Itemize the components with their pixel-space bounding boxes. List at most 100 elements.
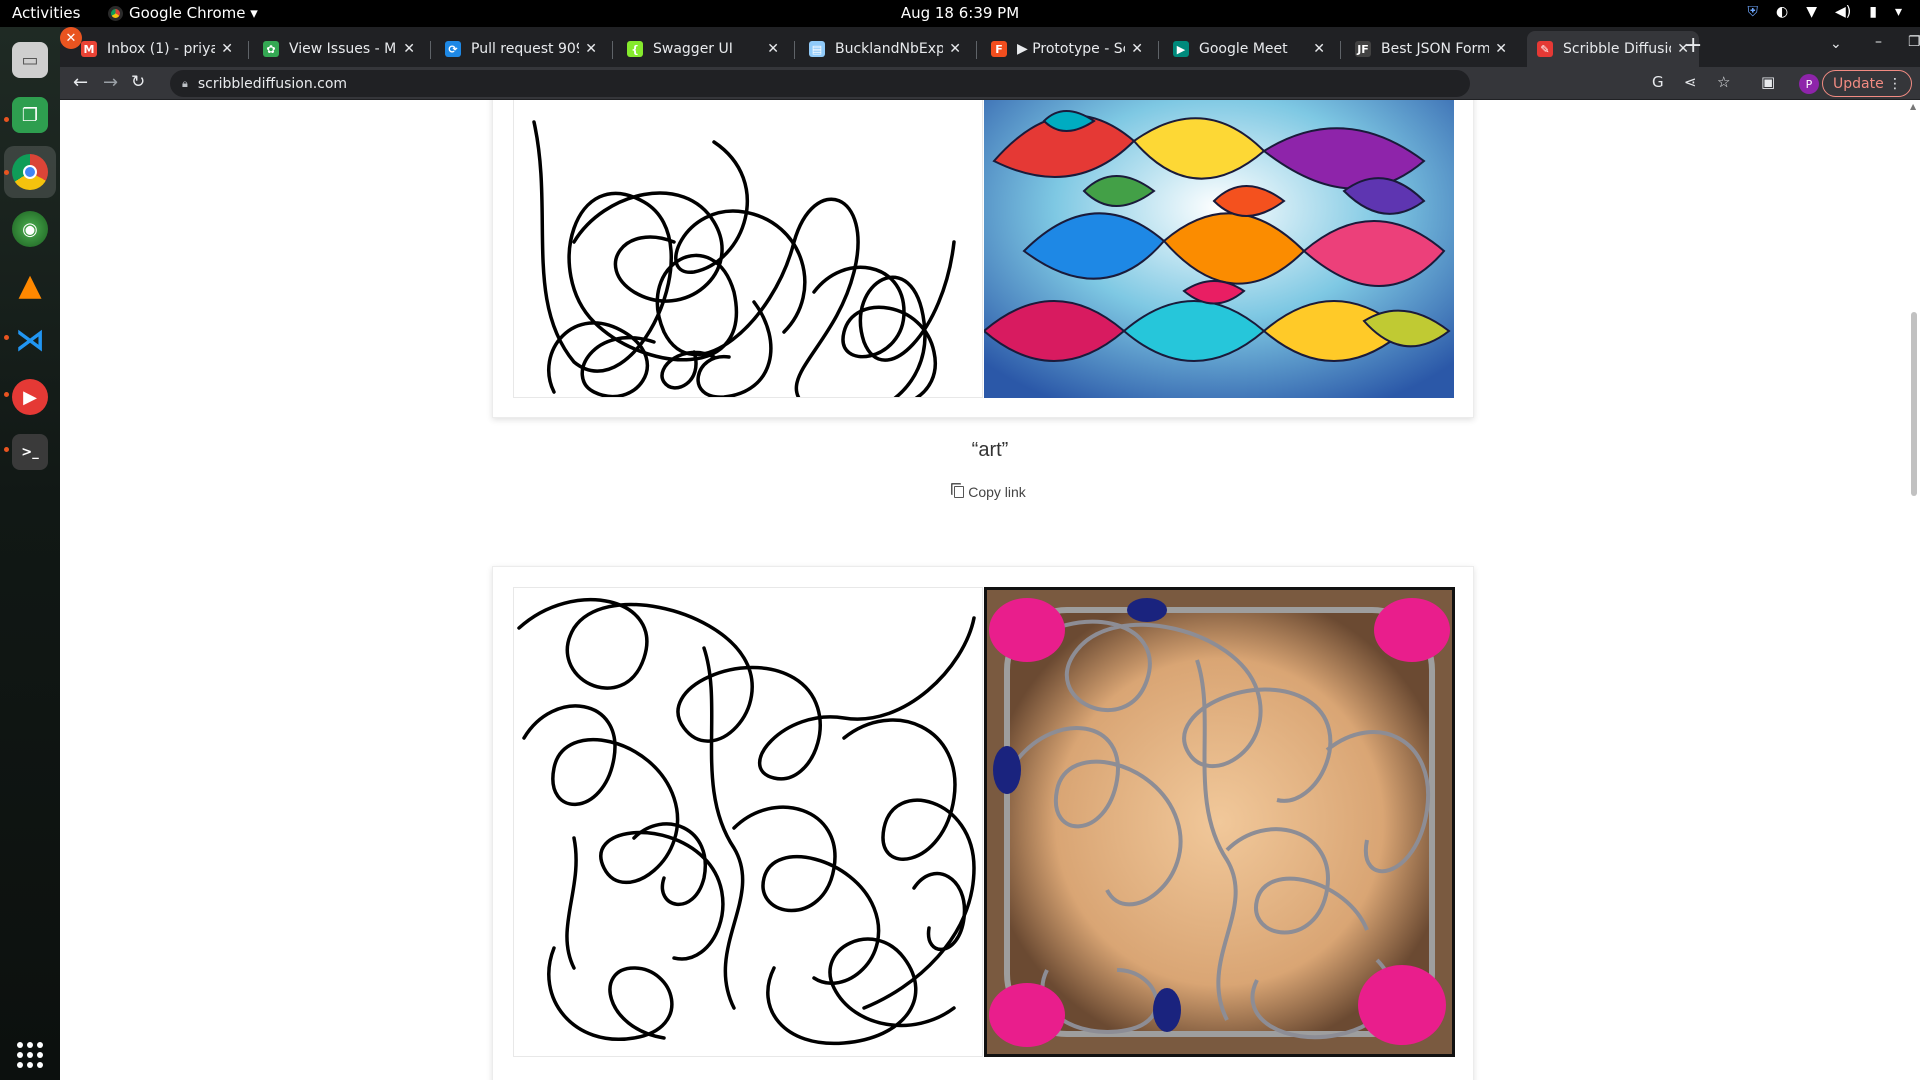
clock[interactable]: Aug 18 6:39 PM — [901, 4, 1019, 22]
tab-1[interactable]: ✿ View Issues - Ma ✕ — [253, 31, 425, 67]
tab-6[interactable]: ▶ Google Meet ✕ — [1163, 31, 1335, 67]
bookmark-star-icon[interactable]: ☆ — [1717, 73, 1730, 91]
running-indicator — [4, 170, 9, 175]
system-top-bar: Activities Google Chrome ▾ Aug 18 6:39 P… — [0, 0, 1920, 27]
youtube-music-icon[interactable]: ▶ — [12, 379, 48, 415]
close-icon[interactable]: ✕ — [403, 41, 415, 57]
tab-strip: MInbox (1) - priya.a✕✿View Issues - Ma✕⟳… — [60, 27, 1920, 67]
tab-separator — [248, 41, 249, 59]
url-text[interactable]: scribblediffusion.com — [198, 76, 347, 92]
scribble-drawing — [513, 100, 983, 398]
new-tab-icon[interactable]: + — [1684, 33, 1702, 58]
chat-icon[interactable]: ❐ — [12, 97, 48, 133]
scribble-card — [492, 566, 1474, 1080]
generated-image-abstract-art — [984, 100, 1454, 398]
tab-title: Scribble Diffusio — [1563, 41, 1672, 57]
scribble-drawing — [513, 587, 983, 1057]
app-menu[interactable]: Google Chrome ▾ — [108, 4, 258, 22]
reload-icon[interactable]: ↻ — [131, 72, 145, 92]
shield-icon[interactable]: ⛨ — [1748, 4, 1759, 20]
page-content: “art” Copy link — [60, 100, 1920, 1080]
tab-7[interactable]: JF Best JSON Form ✕ — [1345, 31, 1517, 67]
scrollbar-thumb[interactable] — [1911, 312, 1917, 496]
tab-title: Swagger UI — [653, 41, 733, 57]
tab-title: ▶ Prototype - Sc — [1017, 41, 1126, 57]
wifi-icon[interactable]: ▼ — [1806, 4, 1817, 20]
tab-title: BucklandNbExp — [835, 41, 944, 57]
tab-separator — [1340, 41, 1341, 59]
tab-separator — [1158, 41, 1159, 59]
running-indicator — [4, 392, 9, 397]
tab-search-icon[interactable]: ⌄ — [1830, 36, 1842, 52]
copy-link-button[interactable]: Copy link — [60, 484, 1920, 500]
scribble-drawing-svg — [517, 597, 976, 1046]
tab-separator — [794, 41, 795, 59]
power-menu-icon[interactable]: ▾ — [1895, 4, 1902, 20]
chrome-icon — [108, 5, 123, 21]
running-indicator — [4, 335, 9, 340]
app-menu-label: Google Chrome ▾ — [129, 4, 258, 22]
tab-2[interactable]: ⟳ Pull request 909 ✕ — [435, 31, 607, 67]
profile-avatar[interactable]: P — [1799, 74, 1819, 94]
scroll-up-icon[interactable]: ▲ — [1910, 102, 1916, 111]
side-panel-icon[interactable]: ▣ — [1761, 73, 1775, 91]
scribble-icon: ✎ — [1537, 41, 1553, 57]
tab-separator — [976, 41, 977, 59]
activities-button[interactable]: Activities — [12, 4, 80, 22]
minimize-icon[interactable]: – — [1875, 34, 1882, 50]
close-icon[interactable]: ✕ — [585, 41, 597, 57]
close-icon[interactable]: ✕ — [1131, 41, 1143, 57]
close-icon[interactable]: ✕ — [1495, 41, 1507, 57]
tab-separator — [612, 41, 613, 59]
battery-icon[interactable]: ▮ — [1869, 4, 1877, 20]
gmail-icon: M — [81, 41, 97, 57]
meet-icon: ▶ — [1173, 41, 1189, 57]
files-icon[interactable]: ▭ — [12, 42, 48, 78]
close-icon[interactable]: ✕ — [221, 41, 233, 57]
tab-title: Inbox (1) - priya.a — [107, 41, 216, 57]
color-icon[interactable]: ◐ — [1776, 4, 1788, 20]
app-grid-icon[interactable] — [17, 1042, 43, 1068]
camera-icon[interactable]: ◉ — [12, 211, 48, 247]
system-tray[interactable]: ⛨ ◐ ▼ ◀) ▮ ▾ — [1748, 4, 1902, 20]
more-menu-icon[interactable]: ⋮ — [1888, 76, 1902, 92]
tab-separator — [430, 41, 431, 59]
tab-title: Best JSON Form — [1381, 41, 1490, 57]
figma-icon: F — [991, 41, 1007, 57]
address-bar[interactable]: 🔒︎ scribblediffusion.com — [170, 70, 1470, 97]
forward-icon[interactable]: → — [103, 72, 118, 93]
page-scrollbar[interactable]: ▲ — [1908, 100, 1920, 1080]
terminal-icon[interactable]: >_ — [12, 434, 48, 470]
volume-icon[interactable]: ◀) — [1835, 4, 1851, 20]
back-icon[interactable]: ← — [73, 72, 88, 93]
tab-0[interactable]: M Inbox (1) - priya.a ✕ — [71, 31, 243, 67]
tab-title: Pull request 909 — [471, 41, 580, 57]
dock: ▭ ❐ ◉ ▲ ⋊ ▶ >_ — [0, 27, 60, 1080]
restore-icon[interactable]: ❐ — [1908, 34, 1920, 50]
tab-4[interactable]: ▤ BucklandNbExp ✕ — [799, 31, 971, 67]
running-indicator — [4, 447, 9, 452]
scribble-drawing-svg — [532, 120, 956, 397]
update-button[interactable]: Update ⋮ — [1822, 70, 1912, 97]
chrome-icon[interactable] — [12, 154, 48, 190]
vlc-icon[interactable]: ▲ — [12, 267, 48, 303]
lock-icon[interactable]: 🔒︎ — [182, 77, 188, 91]
bug-icon: ✿ — [263, 41, 279, 57]
copy-icon — [954, 486, 965, 498]
share-icon[interactable]: ⋖ — [1684, 73, 1697, 91]
tab-8[interactable]: ✎ Scribble Diffusio ✕ — [1527, 31, 1699, 67]
google-lens-icon[interactable]: G — [1652, 73, 1664, 91]
generated-image-ornamental — [984, 587, 1455, 1057]
close-icon[interactable]: ✕ — [767, 41, 779, 57]
update-label: Update — [1833, 75, 1884, 92]
scribble-card — [492, 100, 1474, 418]
azure-devops-icon: ⟳ — [445, 41, 461, 57]
tab-title: Google Meet — [1199, 41, 1288, 57]
vscode-icon[interactable]: ⋊ — [12, 322, 48, 358]
close-icon[interactable]: ✕ — [949, 41, 961, 57]
tab-3[interactable]: { Swagger UI ✕ — [617, 31, 789, 67]
swagger-icon: { — [627, 41, 643, 57]
tab-5[interactable]: F ▶ Prototype - Sc ✕ — [981, 31, 1153, 67]
copy-link-label: Copy link — [968, 484, 1026, 500]
close-icon[interactable]: ✕ — [1313, 41, 1325, 57]
